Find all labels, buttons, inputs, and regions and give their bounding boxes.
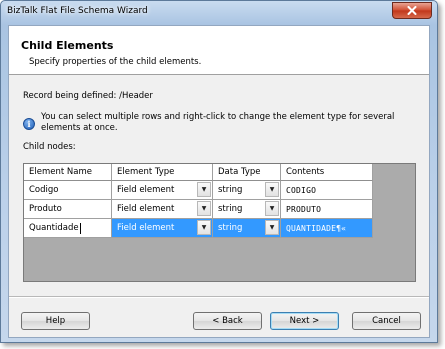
- table-row[interactable]: Codigo Field element ▼ string ▼ CODIGO: [24, 181, 415, 200]
- footer-divider: [9, 296, 429, 298]
- contents-cell[interactable]: QUANTIDADE¶«: [281, 219, 373, 238]
- text-caret: [79, 222, 81, 234]
- element-type-value: Field element: [117, 204, 175, 214]
- element-type-value: Field element: [117, 185, 175, 195]
- cancel-button[interactable]: Cancel: [352, 312, 421, 330]
- data-type-dropdown[interactable]: ▼: [265, 201, 279, 216]
- data-type-value: string: [218, 185, 243, 195]
- grid-header-row: Element Name Element Type Data Type Cont…: [24, 164, 415, 181]
- contents-cell[interactable]: CODIGO: [281, 181, 373, 200]
- window-title: BizTalk Flat File Schema Wizard: [7, 6, 148, 16]
- chevron-down-icon: ▼: [201, 224, 207, 231]
- column-header-data-type[interactable]: Data Type: [213, 164, 281, 181]
- data-type-cell[interactable]: string ▼: [213, 219, 281, 238]
- info-icon: i: [23, 118, 35, 130]
- chevron-down-icon: ▼: [269, 224, 275, 231]
- page-title: Child Elements: [21, 39, 114, 52]
- column-header-element-type[interactable]: Element Type: [112, 164, 213, 181]
- element-name-cell[interactable]: Produto: [24, 200, 112, 219]
- data-type-cell[interactable]: string ▼: [213, 200, 281, 219]
- element-type-dropdown[interactable]: ▼: [197, 182, 211, 197]
- data-type-dropdown[interactable]: ▼: [265, 220, 279, 235]
- wizard-header: Child Elements Specify properties of the…: [9, 26, 429, 75]
- contents-cell[interactable]: PRODUTO: [281, 200, 373, 219]
- element-type-cell[interactable]: Field element ▼: [112, 200, 213, 219]
- page-subtitle: Specify properties of the child elements…: [29, 57, 202, 67]
- data-type-cell[interactable]: string ▼: [213, 181, 281, 200]
- close-button[interactable]: [392, 2, 432, 19]
- chevron-down-icon: ▼: [201, 186, 207, 193]
- chevron-down-icon: ▼: [269, 205, 275, 212]
- wizard-window: BizTalk Flat File Schema Wizard Child El…: [0, 0, 438, 343]
- element-name-edit-cell[interactable]: Quantidade: [24, 219, 112, 238]
- child-nodes-grid[interactable]: Element Name Element Type Data Type Cont…: [23, 163, 416, 282]
- table-row-selected[interactable]: Quantidade Field element ▼ string ▼ QUAN…: [24, 219, 415, 238]
- element-type-cell[interactable]: Field element ▼: [112, 181, 213, 200]
- wizard-client-area: Child Elements Specify properties of the…: [8, 25, 430, 338]
- data-type-value: string: [218, 223, 243, 233]
- chevron-down-icon: ▼: [269, 186, 275, 193]
- record-label: Record being defined: /Header: [23, 91, 153, 101]
- child-nodes-label: Child nodes:: [23, 142, 76, 152]
- chevron-down-icon: ▼: [201, 205, 207, 212]
- info-text: You can select multiple rows and right-c…: [41, 112, 395, 133]
- data-type-dropdown[interactable]: ▼: [265, 182, 279, 197]
- element-type-cell[interactable]: Field element ▼: [112, 219, 213, 238]
- table-row[interactable]: Produto Field element ▼ string ▼ PRODUTO: [24, 200, 415, 219]
- column-header-element-name[interactable]: Element Name: [24, 164, 112, 181]
- element-type-value: Field element: [117, 223, 175, 233]
- title-bar[interactable]: BizTalk Flat File Schema Wizard: [1, 1, 437, 25]
- column-header-contents[interactable]: Contents: [281, 164, 373, 181]
- element-type-dropdown[interactable]: ▼: [197, 220, 211, 235]
- element-name-value: Quantidade: [29, 223, 79, 233]
- data-type-value: string: [218, 204, 243, 214]
- next-button[interactable]: Next >: [270, 312, 339, 330]
- element-name-cell[interactable]: Codigo: [24, 181, 112, 200]
- back-button[interactable]: < Back: [193, 312, 262, 330]
- element-type-dropdown[interactable]: ▼: [197, 201, 211, 216]
- help-button[interactable]: Help: [21, 312, 90, 330]
- close-icon: [407, 6, 417, 15]
